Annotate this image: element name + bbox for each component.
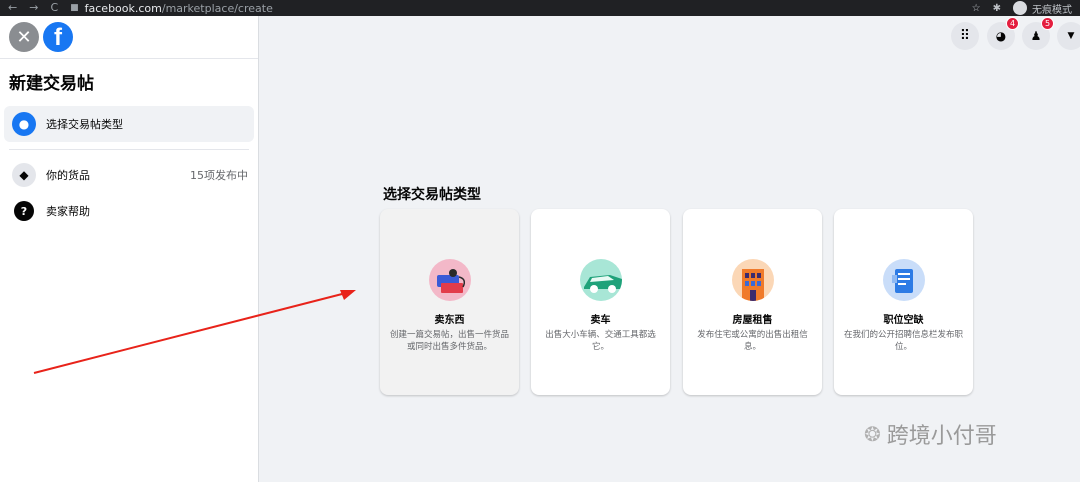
watermark-text: 跨境小付哥 <box>886 424 997 449</box>
annotation-arrow <box>33 290 356 374</box>
watermark: ❂ 跨境小付哥 <box>864 418 997 450</box>
wechat-icon: ❂ <box>864 422 881 446</box>
